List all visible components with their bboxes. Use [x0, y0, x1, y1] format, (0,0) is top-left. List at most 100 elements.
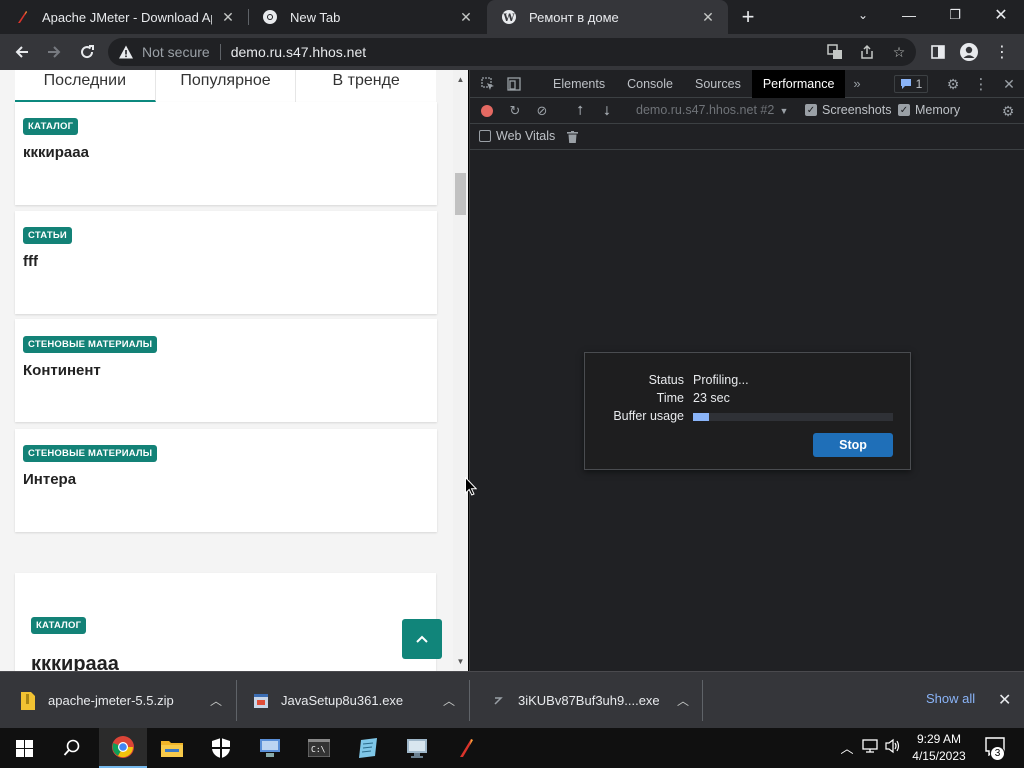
post-title[interactable]: кккираaa — [31, 653, 119, 671]
chrome-taskbar-icon[interactable] — [99, 728, 147, 768]
category-badge[interactable]: СТЕНОВЫЕ МАТЕРИАЛЫ — [23, 336, 158, 353]
screenshots-checkbox[interactable]: ✓ Screenshots — [805, 103, 891, 117]
download-filename: JavaSetup8u361.exe — [281, 693, 404, 708]
file-explorer-icon[interactable] — [148, 728, 196, 768]
post-card[interactable]: СТЕНОВЫЕ МАТЕРИАЛЫ Интера — [15, 429, 437, 532]
memory-checkbox[interactable]: ✓ Memory — [898, 103, 960, 117]
page-scrollbar[interactable]: ▲ ▼ — [453, 70, 468, 671]
web-vitals-checkbox[interactable]: Web Vitals — [479, 129, 555, 143]
checkbox-checked-icon[interactable]: ✓ — [898, 104, 910, 116]
tab-popular[interactable]: Популярное — [156, 70, 297, 102]
volume-icon[interactable] — [884, 738, 902, 754]
browser-tab-remont[interactable]: W Ремонт в доме ✕ — [487, 0, 728, 34]
devtools-menu-icon[interactable]: ⋮ — [972, 75, 990, 93]
post-filter-tabs: Последнии Популярное В тренде — [15, 70, 436, 102]
side-panel-icon[interactable] — [926, 40, 950, 64]
browser-tab-new-tab[interactable]: New Tab ✕ — [248, 0, 486, 34]
chevron-up-icon[interactable]: ︿ — [443, 692, 455, 709]
chevron-down-icon[interactable]: ▼ — [776, 103, 792, 119]
devtools-tab-sources[interactable]: Sources — [684, 70, 752, 98]
close-icon[interactable]: ✕ — [220, 9, 236, 25]
browser-tab-jmeter[interactable]: Apache JMeter - Download Apac ✕ — [0, 0, 248, 34]
scroll-to-top-button[interactable] — [402, 619, 442, 659]
download-item[interactable]: apache-jmeter-5.5.zip ︿ — [0, 672, 236, 729]
network-icon[interactable] — [862, 738, 880, 754]
warning-icon[interactable] — [118, 44, 134, 60]
category-badge[interactable]: СТАТЬИ — [23, 227, 72, 244]
taskbar-clock[interactable]: 9:29 AM 4/15/2023 — [908, 731, 970, 765]
trash-icon[interactable] — [564, 129, 580, 145]
upload-profile-icon[interactable]: ⭡ — [572, 103, 588, 119]
inspect-element-icon[interactable] — [480, 76, 496, 92]
profile-target-select[interactable]: demo.ru.s47.hhos.net #2 — [636, 103, 774, 117]
post-title[interactable]: Интера — [23, 471, 76, 488]
forward-button[interactable] — [42, 40, 66, 64]
checkbox-checked-icon[interactable]: ✓ — [805, 104, 817, 116]
tab-search-icon[interactable]: ⌄ — [840, 0, 886, 30]
scroll-down-arrow-icon[interactable]: ▼ — [455, 655, 466, 667]
category-badge[interactable]: СТЕНОВЫЕ МАТЕРИАЛЫ — [23, 445, 158, 462]
record-button[interactable] — [479, 103, 495, 119]
translate-icon[interactable] — [826, 42, 844, 62]
download-profile-icon[interactable]: ⭣ — [599, 103, 615, 119]
category-badge[interactable]: КАТАЛОГ — [23, 118, 79, 135]
post-title[interactable]: fff — [23, 253, 38, 270]
devtools-tab-elements[interactable]: Elements — [542, 70, 616, 98]
memory-label: Memory — [915, 103, 961, 117]
post-card[interactable]: КАТАЛОГ кккираaa — [15, 573, 436, 671]
post-title[interactable]: кккираaa — [23, 144, 89, 161]
download-item[interactable]: JavaSetup8u361.exe ︿ — [233, 672, 469, 729]
show-all-downloads-button[interactable]: Show all — [926, 691, 975, 706]
close-window-button[interactable]: ✕ — [978, 0, 1024, 30]
restore-button[interactable]: ❐ — [932, 0, 978, 30]
search-icon[interactable] — [48, 728, 96, 768]
issues-counter[interactable]: 1 — [894, 75, 928, 93]
category-badge[interactable]: КАТАЛОГ — [31, 617, 87, 634]
reload-profile-icon[interactable]: ↻ — [507, 103, 523, 119]
capture-settings-gear-icon[interactable]: ⚙ — [1000, 103, 1016, 119]
profile-avatar-icon[interactable] — [957, 40, 981, 64]
close-downloads-bar-icon[interactable]: ✕ — [998, 690, 1011, 710]
windows-start-icon[interactable] — [0, 728, 48, 768]
feather-taskbar-icon[interactable] — [442, 728, 490, 768]
status-value: Profiling... — [693, 373, 749, 387]
security-shield-icon[interactable] — [197, 728, 245, 768]
share-icon[interactable] — [858, 42, 876, 62]
back-button[interactable] — [10, 40, 34, 64]
reload-button[interactable] — [75, 40, 99, 64]
post-card[interactable]: КАТАЛОГ кккираaa — [15, 102, 437, 205]
chevron-up-icon[interactable]: ︿ — [677, 692, 689, 709]
scrollbar-thumb[interactable] — [455, 173, 466, 215]
notepad-icon[interactable] — [344, 728, 392, 768]
command-prompt-icon[interactable]: C:\ — [295, 728, 343, 768]
remote-desktop-icon[interactable] — [393, 728, 441, 768]
post-card[interactable]: СТЕНОВЫЕ МАТЕРИАЛЫ Континент — [15, 319, 437, 422]
show-hidden-icons-chevron-icon[interactable]: ︿ — [840, 738, 854, 757]
download-item[interactable]: 3iKUBv87Buf3uh9....exe ︿ — [470, 672, 703, 729]
devtools-tab-performance[interactable]: Performance — [751, 69, 846, 98]
network-computer-icon[interactable] — [246, 728, 294, 768]
time-label: Time — [656, 391, 684, 405]
scroll-up-arrow-icon[interactable]: ▲ — [455, 73, 466, 85]
clock-date: 4/15/2023 — [912, 749, 966, 763]
minimize-button[interactable]: — — [886, 0, 932, 30]
close-devtools-icon[interactable]: ✕ — [1000, 75, 1018, 93]
device-toolbar-icon[interactable] — [506, 76, 522, 92]
clear-icon[interactable]: ⊘ — [534, 103, 550, 119]
post-card[interactable]: СТАТЬИ fff — [15, 211, 437, 314]
stop-button[interactable]: Stop — [813, 433, 893, 457]
address-bar[interactable]: Not secure demo.ru.s47.hhos.net ☆ — [108, 38, 916, 66]
tab-trending[interactable]: В тренде — [296, 70, 436, 102]
close-icon[interactable]: ✕ — [700, 9, 716, 25]
close-icon[interactable]: ✕ — [458, 9, 474, 25]
devtools-tab-console[interactable]: Console — [616, 70, 684, 98]
tab-latest[interactable]: Последнии — [15, 70, 156, 102]
chevron-up-icon[interactable]: ︿ — [210, 692, 222, 709]
post-title[interactable]: Континент — [23, 362, 101, 379]
checkbox-unchecked-icon[interactable] — [479, 130, 491, 142]
new-tab-button[interactable]: + — [736, 4, 760, 29]
settings-gear-icon[interactable]: ⚙ — [944, 75, 962, 93]
bookmark-star-icon[interactable]: ☆ — [890, 42, 908, 62]
more-tabs-icon[interactable]: » — [845, 76, 868, 91]
browser-menu-icon[interactable]: ⋮ — [990, 40, 1014, 64]
